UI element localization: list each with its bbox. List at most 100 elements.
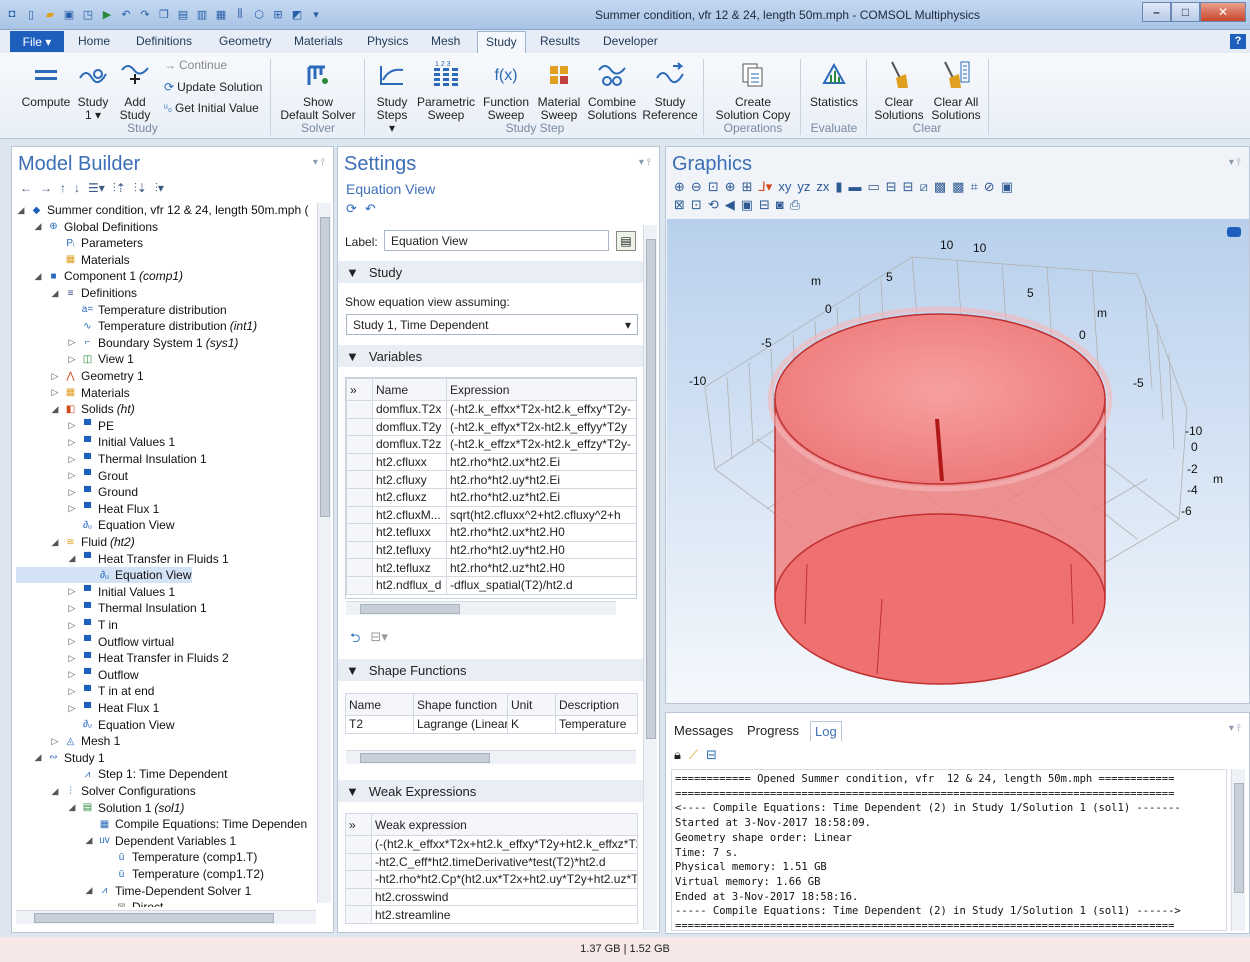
tree-item[interactable]: ▷ ▀ Outflow [16, 667, 139, 683]
tab-home[interactable]: Home [78, 34, 110, 48]
broom-icon[interactable]: ⟋ [689, 747, 698, 763]
expand-arrow-icon[interactable]: ◢ [50, 288, 60, 299]
clear-solutions-button[interactable]: Clear Solutions [872, 56, 926, 122]
select-box-icon[interactable]: ⊠ [674, 197, 685, 213]
expand-arrow-icon[interactable]: ▷ [67, 420, 77, 431]
tree-item[interactable]: ▷ ▦ Materials [16, 385, 130, 401]
log-vertical-scrollbar[interactable] [1231, 769, 1245, 931]
tab-progress[interactable]: Progress [747, 723, 799, 738]
table-row[interactable]: ht2.tefluxx ht2.rho*ht2.ux*ht2.H0 [346, 523, 636, 542]
table-row[interactable]: domflux.T2y (-ht2.k_effyx*T2x-ht2.k_effyy… [346, 417, 636, 437]
expand-arrow-icon[interactable]: ◢ [50, 404, 60, 415]
table-row[interactable]: ht2.tefluxz ht2.rho*ht2.uz*ht2.H0 [346, 558, 636, 577]
expand-arrow-icon[interactable]: ▷ [67, 586, 77, 597]
move-up-icon[interactable]: ↑ [60, 181, 66, 196]
log-options-icon[interactable]: ⊟ [706, 747, 717, 763]
screenshot-window-icon[interactable]: ▣ [1001, 179, 1013, 195]
scrollbar-thumb[interactable] [1234, 783, 1244, 893]
tree-item[interactable]: ◢ ◧ Solids (ht) [16, 401, 135, 417]
expand-arrow-icon[interactable]: ▷ [67, 603, 77, 614]
expand-arrow-icon[interactable]: ◢ [67, 802, 77, 813]
table-row[interactable]: -ht2.rho*ht2.Cp*(ht2.ux*T2x+ht2.uy*T2y+h… [345, 870, 638, 889]
expand-arrow-icon[interactable]: ◢ [33, 271, 43, 282]
table-row[interactable]: -ht2.C_eff*ht2.timeDerivative*test(T2)*h… [345, 852, 638, 872]
graphics-viewport[interactable]: 10 10 m 5 5 0 m 0 -5 -10 -5 -10 0 -2 -4 … [667, 219, 1249, 703]
expand-arrow-icon[interactable]: ▷ [50, 371, 60, 382]
expand-arrow-icon[interactable]: ▷ [67, 669, 77, 680]
create-solution-copy-button[interactable]: Create Solution Copy [712, 56, 794, 122]
tab-developer[interactable]: Developer [603, 34, 658, 48]
tab-physics[interactable]: Physics [367, 34, 408, 48]
zoom-selected-icon[interactable]: ⊕ [725, 179, 736, 195]
shape-functions-section-header[interactable]: ▼ Shape Functions [338, 659, 644, 681]
pin-icon[interactable]: ▾ ⫯ [313, 157, 325, 168]
pin-icon[interactable]: ▾ ⫯ [1229, 157, 1241, 168]
tree-item[interactable]: ▷ ▀ Thermal Insulation 1 [16, 451, 207, 467]
view-zx-icon[interactable]: zx [816, 179, 829, 195]
expand-arrow-icon[interactable]: ▷ [67, 653, 77, 664]
list-icon[interactable]: ⫶▾ [155, 181, 164, 196]
show-icon[interactable]: ☰▾ [88, 181, 105, 196]
copy-table-icon[interactable]: ⊟▾ [370, 629, 387, 651]
tree-item[interactable]: ▷ ▀ PE [16, 418, 114, 434]
tree-item[interactable]: ▷ ▀ Thermal Insulation 1 [16, 600, 207, 616]
tree-horizontal-scrollbar[interactable] [16, 910, 316, 924]
tree-item[interactable]: ▷ ▀ T in at end [16, 683, 155, 699]
label-field[interactable]: Equation View [384, 230, 609, 251]
table-row[interactable]: ht2.cfluxM... sqrt(ht2.cfluxx^2+ht2.cflux… [346, 505, 636, 525]
tree-item[interactable]: ▷ ▀ Outflow virtual [16, 634, 175, 650]
expand-arrow-icon[interactable]: ▷ [67, 487, 77, 498]
tree-item[interactable]: ▷ ⋀ Geometry 1 [16, 368, 144, 384]
image-snapshot-icon[interactable]: ◙ [776, 197, 784, 213]
tree-item[interactable]: ▷ ▀ Initial Values 1 [16, 434, 176, 450]
shape-horizontal-scrollbar[interactable] [346, 750, 636, 764]
expand-arrow-icon[interactable]: ◢ [50, 537, 60, 548]
tab-materials[interactable]: Materials [294, 34, 343, 48]
refresh-icon[interactable]: ⟳ [346, 201, 357, 217]
expand-arrow-icon[interactable]: ▷ [67, 686, 77, 697]
expand-arrow-icon[interactable]: ◢ [50, 786, 60, 797]
expand-arrow-icon[interactable]: ▷ [67, 636, 77, 647]
function-sweep-button[interactable]: f(x) Function Sweep [481, 56, 531, 122]
move-down-icon[interactable]: ↓ [74, 181, 80, 196]
zoom-extents-icon[interactable]: ⊞ [742, 179, 753, 195]
select-domains-icon[interactable]: ▬ [848, 179, 861, 195]
table-row[interactable]: ht2.cfluxy ht2.rho*ht2.uy*ht2.Ei [346, 470, 636, 489]
scrollbar-thumb[interactable] [360, 753, 490, 763]
expand-arrow-icon[interactable]: ▷ [67, 437, 77, 448]
tree-item[interactable]: ◢ ∾ Study 1 [16, 750, 105, 766]
tree-item[interactable]: ū Temperature (comp1.T) [16, 849, 258, 865]
tree-item[interactable]: ▦ Materials [16, 252, 130, 268]
expand-arrow-icon[interactable]: ▷ [67, 620, 77, 631]
scrollbar-thumb[interactable] [34, 913, 274, 923]
table-row[interactable]: domflux.T2z (-ht2.k_effzx*T2x-ht2.k_effzy… [346, 435, 636, 454]
zoom-in-icon[interactable]: ⊕ [674, 179, 685, 195]
transparency-icon[interactable]: ▩ [952, 179, 964, 195]
select-boundaries-icon[interactable]: ▭ [867, 179, 879, 195]
pin-icon[interactable]: ▾ ⫯ [639, 157, 651, 168]
expand-arrow-icon[interactable]: ◢ [33, 752, 43, 763]
view-yz-icon[interactable]: yz [797, 179, 810, 195]
tab-geometry[interactable]: Geometry [219, 34, 272, 48]
tree-item[interactable]: ▷ ▀ Heat Flux 1 [16, 700, 160, 716]
deselect-box-icon[interactable]: ⊡ [691, 197, 702, 213]
expand-arrow-icon[interactable]: ◢ [67, 553, 77, 564]
get-initial-value-button[interactable]: ᵘ₀ Get Initial Value [164, 101, 259, 115]
tab-study[interactable]: Study [477, 31, 526, 53]
tree-item[interactable]: a= Temperature distribution [16, 302, 227, 318]
tree-item[interactable]: ◢ ⩘ Time-Dependent Solver 1 [16, 883, 252, 899]
table-row[interactable]: ht2.streamline [345, 905, 638, 924]
table-row[interactable]: domflux.T2x (-ht2.k_effxx*T2x-ht2.k_effxy… [346, 400, 636, 419]
tree-item[interactable]: ▷ ▀ Ground [16, 484, 139, 500]
scrollbar-thumb[interactable] [646, 239, 656, 739]
expand-arrow-icon[interactable]: ◢ [16, 205, 26, 216]
variables-section-header[interactable]: ▼ Variables [338, 345, 644, 367]
tree-item[interactable]: ∂ᵤ Equation View [16, 567, 192, 584]
maximize-button[interactable]: □ [1171, 2, 1200, 22]
wireframe-icon[interactable]: ⌗ [970, 179, 977, 195]
settings-vertical-scrollbar[interactable] [643, 225, 657, 930]
tab-mesh[interactable]: Mesh [431, 34, 460, 48]
tree-item[interactable]: ◢ ■ Component 1 (comp1) [16, 268, 184, 284]
undo-icon[interactable]: ⮌ [350, 629, 360, 651]
pin-icon[interactable]: ▾ ⫯ [1229, 723, 1241, 734]
